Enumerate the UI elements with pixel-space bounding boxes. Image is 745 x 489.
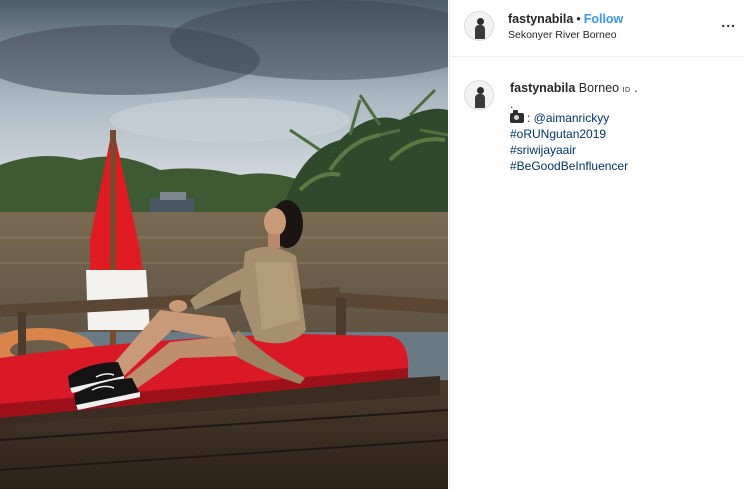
caption-text: Borneo <box>578 81 620 95</box>
avatar-body <box>475 94 485 108</box>
avatar-head <box>477 87 484 94</box>
hashtag-link[interactable]: #oRUNgutan2019 <box>510 127 606 141</box>
location-link[interactable]: Sekonyer River Borneo <box>508 29 617 41</box>
camera-icon <box>510 110 524 123</box>
avatar[interactable] <box>464 11 494 41</box>
mention-link[interactable]: @aimanrickyy <box>534 111 610 125</box>
caption-first-line: fastynabila Borneo ID . <box>510 81 638 95</box>
header-username-link[interactable]: fastynabila <box>508 12 573 26</box>
post-photo[interactable] <box>0 0 448 489</box>
avatar-head <box>477 18 484 25</box>
caption-trailing: . <box>634 81 638 95</box>
instagram-post: fastynabila • Follow Sekonyer River Borneo… <box>0 0 745 489</box>
avatar-body <box>475 25 485 39</box>
header-user-line: fastynabila • Follow <box>508 12 623 26</box>
caption-username-link[interactable]: fastynabila <box>510 81 575 95</box>
credit-prefix: : <box>527 111 534 125</box>
caption-credit-line: : @aimanrickyy <box>510 110 610 125</box>
post-header: fastynabila • Follow Sekonyer River Borneo… <box>450 0 745 57</box>
post-photo-illustration <box>0 0 448 489</box>
header-separator: • <box>576 12 581 26</box>
hashtag-link[interactable]: #BeGoodBeInfluencer <box>510 159 628 173</box>
hashtag-link[interactable]: #sriwijayaair <box>510 143 576 157</box>
post-side-panel: fastynabila • Follow Sekonyer River Borneo… <box>449 0 745 489</box>
more-options-button[interactable]: ... <box>721 14 736 30</box>
indonesia-flag-icon: ID <box>622 87 631 94</box>
follow-button[interactable]: Follow <box>584 12 624 26</box>
caption-dot-line: . <box>510 97 514 111</box>
caption-avatar[interactable] <box>464 80 494 110</box>
